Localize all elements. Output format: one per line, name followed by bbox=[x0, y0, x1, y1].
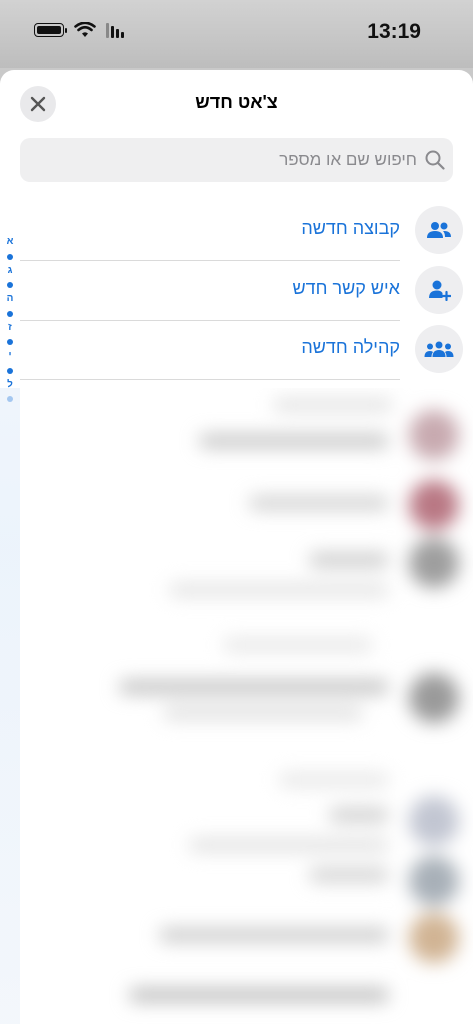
add-contact-icon bbox=[415, 266, 463, 314]
index-letter[interactable]: ל bbox=[2, 378, 18, 393]
index-dot bbox=[7, 367, 13, 374]
status-icons bbox=[34, 22, 124, 38]
index-dot bbox=[7, 253, 13, 260]
new-community-row[interactable]: קהילה חדשה bbox=[20, 320, 463, 380]
community-icon bbox=[415, 325, 463, 373]
new-chat-sheet: צ'אט חדש קבוצה חדשה איש קש bbox=[0, 70, 473, 1024]
search-bar[interactable] bbox=[20, 138, 453, 182]
contacts-list-blurred bbox=[0, 388, 473, 1024]
index-letter[interactable]: ג bbox=[2, 264, 18, 279]
battery-icon bbox=[34, 23, 67, 37]
index-letter[interactable]: ה bbox=[2, 292, 18, 307]
new-group-row[interactable]: קבוצה חדשה bbox=[20, 201, 463, 261]
new-community-label: קהילה חדשה bbox=[301, 337, 400, 357]
sheet-title: צ'אט חדש bbox=[195, 92, 278, 112]
index-dot bbox=[7, 339, 13, 345]
status-bar: 13:19 bbox=[0, 0, 473, 68]
search-icon bbox=[425, 150, 445, 170]
index-dot bbox=[7, 396, 13, 402]
wifi-icon bbox=[74, 22, 96, 37]
alphabet-index[interactable]: א ג ה ז י ל bbox=[2, 235, 18, 406]
index-dot bbox=[7, 282, 13, 288]
new-contact-row[interactable]: איש קשר חדש bbox=[20, 261, 463, 321]
new-group-label: קבוצה חדשה bbox=[301, 218, 400, 238]
status-time: 13:19 bbox=[367, 20, 421, 43]
index-letter[interactable]: ז bbox=[2, 321, 18, 336]
index-letter[interactable]: י bbox=[2, 349, 18, 364]
divider bbox=[20, 379, 400, 380]
alphabet-index-track bbox=[0, 388, 20, 1024]
new-contact-label: איש קשר חדש bbox=[292, 278, 400, 298]
cellular-signal-icon bbox=[106, 22, 124, 38]
group-icon bbox=[415, 206, 463, 254]
index-letter[interactable]: א bbox=[2, 235, 18, 250]
search-input[interactable] bbox=[28, 149, 419, 171]
index-dot bbox=[7, 310, 13, 317]
